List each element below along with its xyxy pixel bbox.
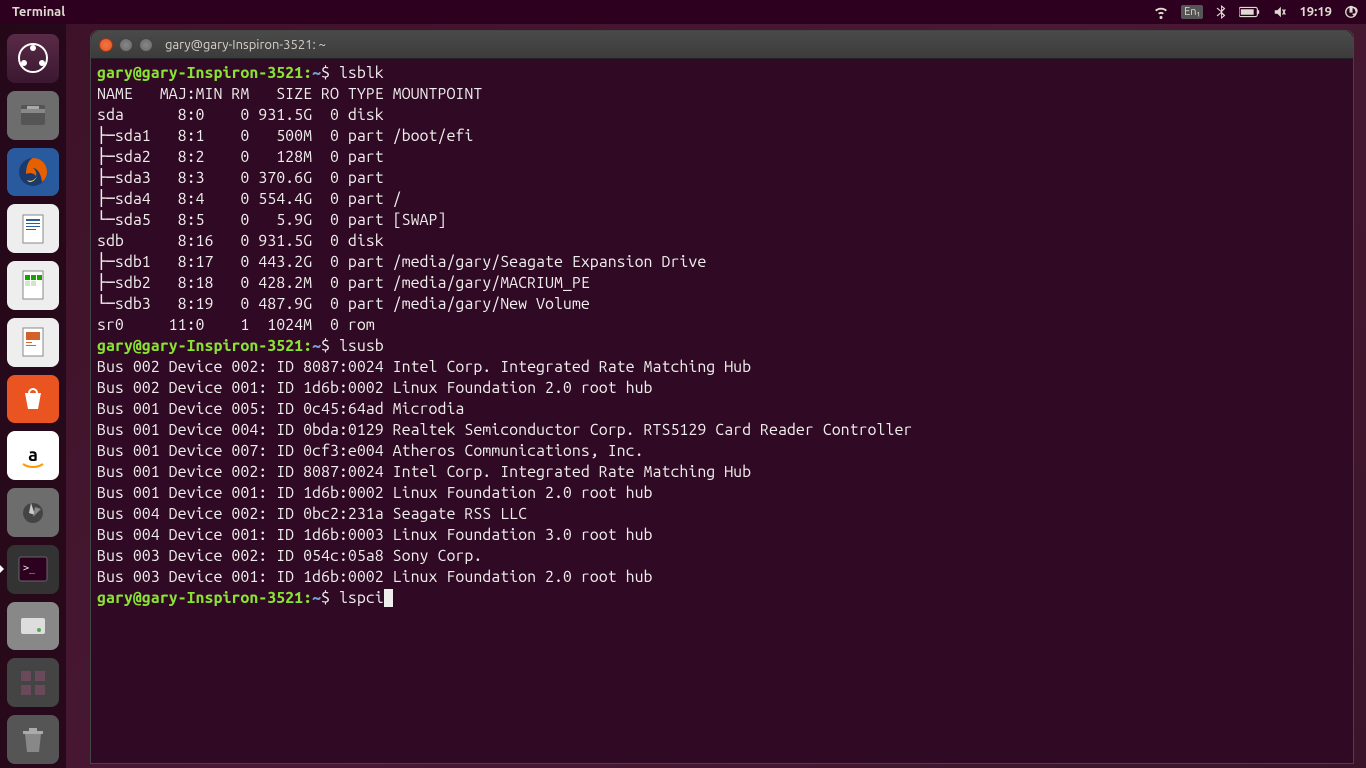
terminal-titlebar[interactable]: gary@gary-Inspiron-3521: ~ bbox=[91, 31, 1353, 59]
terminal-body[interactable]: gary@gary-Inspiron-3521:~$ lsblk NAME MA… bbox=[91, 59, 1353, 763]
prompt-user: gary@gary-Inspiron-3521 bbox=[97, 64, 303, 82]
launcher-calc[interactable] bbox=[7, 261, 59, 310]
launcher-software[interactable] bbox=[7, 375, 59, 424]
prompt-path: ~ bbox=[312, 64, 321, 82]
launcher-impress[interactable] bbox=[7, 318, 59, 367]
launcher: a >_ bbox=[0, 24, 66, 768]
command-lsblk: lsblk bbox=[339, 64, 384, 82]
language-indicator[interactable]: En₁ bbox=[1181, 5, 1203, 19]
bluetooth-icon[interactable] bbox=[1215, 5, 1227, 19]
launcher-workspace[interactable] bbox=[7, 658, 59, 707]
terminal-window: gary@gary-Inspiron-3521: ~ gary@gary-Ins… bbox=[90, 30, 1354, 764]
lsusb-output: Bus 002 Device 002: ID 8087:0024 Intel C… bbox=[97, 358, 912, 586]
top-panel: Terminal En₁ 19:19 bbox=[0, 0, 1366, 24]
launcher-files[interactable] bbox=[7, 91, 59, 140]
cursor bbox=[384, 589, 393, 607]
panel-title: Terminal bbox=[12, 5, 65, 19]
lsblk-output: sda 8:0 0 931.5G 0 disk ├─sda1 8:1 0 500… bbox=[97, 106, 706, 334]
window-minimize-button[interactable] bbox=[119, 38, 133, 52]
volume-icon[interactable] bbox=[1273, 5, 1287, 19]
launcher-trash[interactable] bbox=[7, 715, 59, 764]
launcher-firefox[interactable] bbox=[7, 148, 59, 197]
launcher-dash[interactable] bbox=[7, 34, 59, 83]
launcher-writer[interactable] bbox=[7, 204, 59, 253]
svg-text:>_: >_ bbox=[23, 563, 36, 574]
wifi-icon[interactable] bbox=[1153, 4, 1169, 20]
launcher-settings[interactable] bbox=[7, 488, 59, 537]
window-close-button[interactable] bbox=[99, 38, 113, 52]
command-lspci: lspci bbox=[339, 589, 384, 607]
launcher-disks[interactable] bbox=[7, 602, 59, 651]
prompt-symbol: $ bbox=[321, 64, 330, 82]
lsblk-header: NAME MAJ:MIN RM SIZE RO TYPE MOUNTPOINT bbox=[97, 85, 482, 103]
clock[interactable]: 19:19 bbox=[1299, 5, 1332, 19]
launcher-amazon[interactable]: a bbox=[7, 431, 59, 480]
launcher-terminal[interactable]: >_ bbox=[7, 545, 59, 594]
svg-text:a: a bbox=[28, 445, 38, 465]
power-icon[interactable] bbox=[1344, 5, 1358, 19]
window-title: gary@gary-Inspiron-3521: ~ bbox=[165, 38, 326, 52]
window-maximize-button[interactable] bbox=[139, 38, 153, 52]
battery-icon[interactable] bbox=[1239, 6, 1261, 18]
command-lsusb: lsusb bbox=[339, 337, 384, 355]
